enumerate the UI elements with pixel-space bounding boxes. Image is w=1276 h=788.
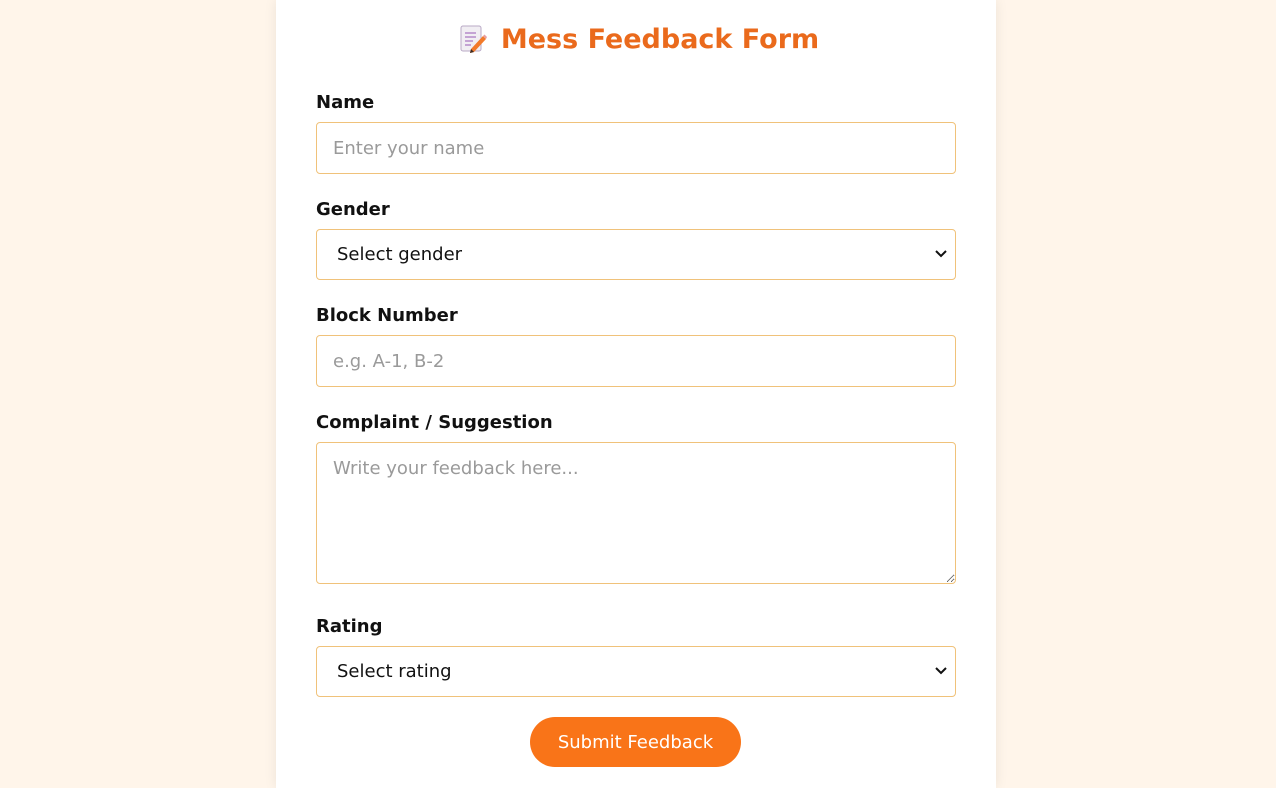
page-title: Mess Feedback Form bbox=[500, 23, 820, 55]
gender-select-wrapper: Select gender bbox=[316, 229, 956, 280]
rating-label: Rating bbox=[316, 616, 383, 637]
form-header: Mess Feedback Form bbox=[276, 20, 996, 58]
submit-feedback-button[interactable]: Submit Feedback bbox=[530, 717, 741, 767]
block-number-label: Block Number bbox=[316, 305, 458, 326]
complaint-label: Complaint / Suggestion bbox=[316, 412, 553, 433]
name-input[interactable] bbox=[316, 122, 956, 174]
rating-select-wrapper: Select rating bbox=[316, 646, 956, 697]
complaint-textarea[interactable] bbox=[316, 442, 956, 584]
feedback-card: Mess Feedback Form Name Gender Select ge… bbox=[276, 0, 996, 788]
rating-select[interactable]: Select rating bbox=[316, 646, 956, 697]
gender-select[interactable]: Select gender bbox=[316, 229, 956, 280]
name-label: Name bbox=[316, 92, 375, 113]
memo-pencil-icon bbox=[459, 24, 487, 54]
block-number-input[interactable] bbox=[316, 335, 956, 387]
gender-label: Gender bbox=[316, 199, 390, 220]
